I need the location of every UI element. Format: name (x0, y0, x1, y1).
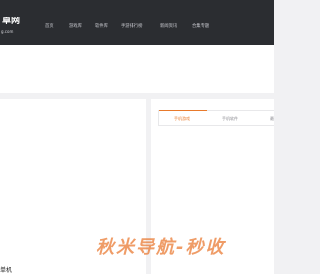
tab-latest[interactable]: 最 (270, 116, 274, 121)
section-heading-partial: 单机 (0, 267, 13, 274)
nav-item-home[interactable]: 首页 (45, 24, 54, 29)
watermark-text: 秋米导航-秒收 (96, 237, 226, 258)
nav-item-mobile-rankings[interactable]: 手游排行榜 (121, 24, 142, 29)
active-tab-indicator (159, 110, 207, 111)
site-logo-domain: g.com (1, 29, 14, 34)
tab-mobile-games[interactable]: 手机游戏 (174, 116, 190, 121)
category-tabbar: 手机游戏 手机软件 最 (158, 110, 274, 126)
nav-item-games[interactable]: 游戏库 (69, 24, 82, 29)
top-navigation-bar: 卓网 g.com 首页 游戏库 软件库 手游排行榜 新闻资讯 合集专题 (0, 0, 274, 45)
site-logo[interactable]: 卓网 (2, 17, 38, 26)
banner-area (0, 45, 274, 93)
nav-item-software[interactable]: 软件库 (95, 24, 108, 29)
nav-item-collections[interactable]: 合集专题 (192, 24, 209, 29)
nav-item-news[interactable]: 新闻资讯 (160, 24, 177, 29)
tab-mobile-software[interactable]: 手机软件 (222, 116, 238, 121)
